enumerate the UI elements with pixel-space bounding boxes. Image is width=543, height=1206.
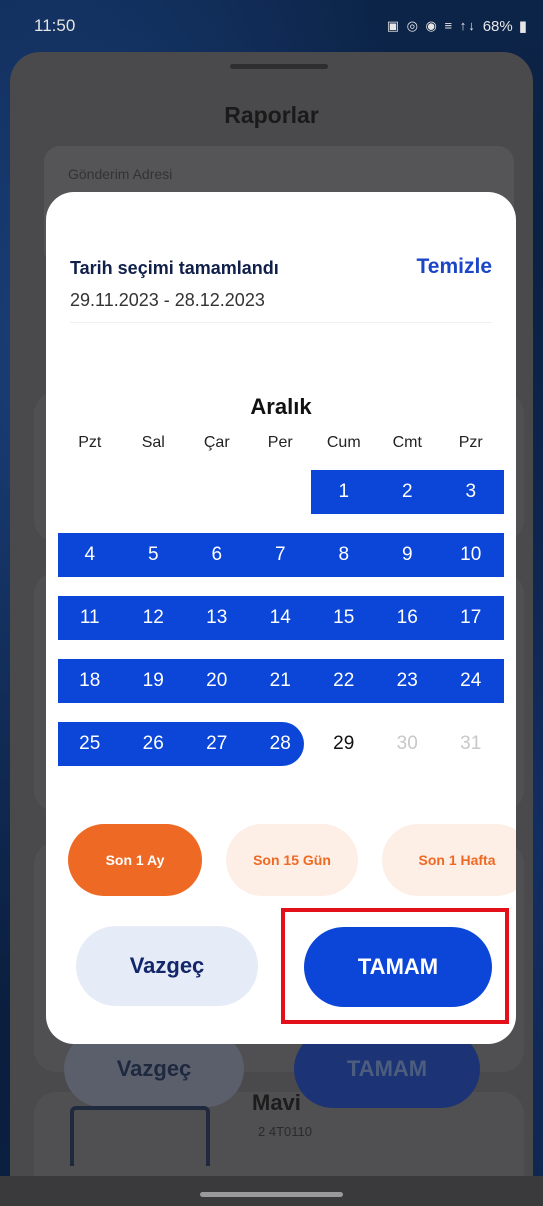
date-range-dialog: Tarih seçimi tamamlandı 29.11.2023 - 28.… [46, 192, 516, 1044]
status-bar: 11:50 ▣ ◎ ◉ ≡ ↑↓ 68% ▮ [0, 0, 543, 52]
calendar-day[interactable]: 26 [122, 722, 186, 766]
calendar-day[interactable]: 1 [312, 470, 376, 514]
calendar-day[interactable]: 11 [58, 596, 122, 640]
calendar-day[interactable]: 13 [185, 596, 249, 640]
weekday-header: Pzt Sal Çar Per Cum Cmt Pzr [58, 434, 503, 452]
calendar-day[interactable]: 24 [439, 659, 503, 703]
weekday-label: Sal [141, 434, 165, 451]
calendar-week: 1 2 3 [58, 470, 504, 514]
sheet-title: Raporlar [224, 102, 319, 128]
calendar-day[interactable]: 29 [312, 722, 376, 766]
calendar-day[interactable]: 6 [185, 533, 249, 577]
weekday-label: Çar [203, 434, 230, 451]
home-gesture-handle[interactable] [200, 1192, 343, 1197]
calendar-day[interactable]: 12 [122, 596, 186, 640]
weekday-label: Pzt [78, 434, 102, 451]
calendar-week: 11 12 13 14 15 16 17 [58, 596, 504, 640]
calendar-day[interactable]: 16 [376, 596, 440, 640]
chip-last-month[interactable]: Son 1 Ay [68, 824, 202, 896]
calendar-day[interactable]: 17 [439, 596, 503, 640]
battery-icon: ▮ [518, 18, 527, 35]
weekday-label: Cum [326, 434, 361, 451]
selection-status: Tarih seçimi tamamlandı [70, 258, 279, 278]
battery-level: 68% [482, 17, 513, 35]
calendar-day[interactable]: 21 [249, 659, 313, 703]
calendar-day[interactable]: 8 [312, 533, 376, 577]
calendar-day[interactable]: 10 [439, 533, 503, 577]
calendar-day[interactable]: 5 [122, 533, 186, 577]
calendar-week: 18 19 20 21 22 23 24 [58, 659, 504, 703]
calendar-day[interactable]: 9 [376, 533, 440, 577]
chip-last-15-days[interactable]: Son 15 Gün [226, 824, 358, 896]
product-code: 2 4T0110 [258, 1124, 312, 1139]
ok-button[interactable]: TAMAM [304, 927, 492, 1007]
weekday-label: Pzr [458, 434, 483, 451]
calendar-day[interactable]: 25 [58, 722, 122, 766]
product-image [70, 1106, 210, 1166]
calendar-day-range-end[interactable]: 28 [249, 722, 313, 766]
month-title: Aralık [250, 394, 312, 419]
calendar-day[interactable]: 18 [58, 659, 122, 703]
calendar-day[interactable]: 7 [249, 533, 313, 577]
calendar-week: 25 26 27 28 29 30 31 [58, 722, 504, 766]
calendar-day[interactable]: 4 [58, 533, 122, 577]
clear-button[interactable]: Temizle [417, 255, 492, 279]
calendar-day[interactable]: 22 [312, 659, 376, 703]
quick-range-chips: Son 1 Ay Son 15 Gün Son 1 Hafta [46, 824, 516, 896]
calendar-day-disabled: 31 [460, 733, 482, 754]
status-icons: ▣ ◎ ◉ ≡ ↑↓ [386, 18, 477, 33]
calendar-day[interactable]: 2 [376, 470, 440, 514]
product-name: Mavi [252, 1090, 301, 1115]
selected-range: 29.11.2023 - 28.12.2023 [70, 290, 265, 310]
divider [70, 322, 492, 323]
calendar-day[interactable]: 14 [249, 596, 313, 640]
status-indicators: ▣ ◎ ◉ ≡ ↑↓ 68% ▮ [386, 17, 527, 36]
sheet-handle[interactable] [230, 64, 328, 69]
calendar-day[interactable]: 3 [439, 470, 503, 514]
status-time: 11:50 [34, 16, 76, 35]
calendar-day[interactable]: 23 [376, 659, 440, 703]
navigation-bar [0, 1176, 543, 1206]
cancel-button[interactable]: Vazgeç [76, 926, 258, 1006]
calendar-day[interactable]: 27 [185, 722, 249, 766]
calendar-week: 4 5 6 7 8 9 10 [58, 533, 504, 577]
calendar-day-disabled: 30 [396, 733, 418, 754]
calendar-day[interactable]: 15 [312, 596, 376, 640]
chip-last-week[interactable]: Son 1 Hafta [382, 824, 516, 896]
calendar-day[interactable]: 19 [122, 659, 186, 703]
weekday-label: Cmt [392, 434, 422, 451]
calendar-day[interactable]: 20 [185, 659, 249, 703]
address-field-label: Gönderim Adresi [68, 166, 173, 182]
weekday-label: Per [267, 434, 293, 451]
